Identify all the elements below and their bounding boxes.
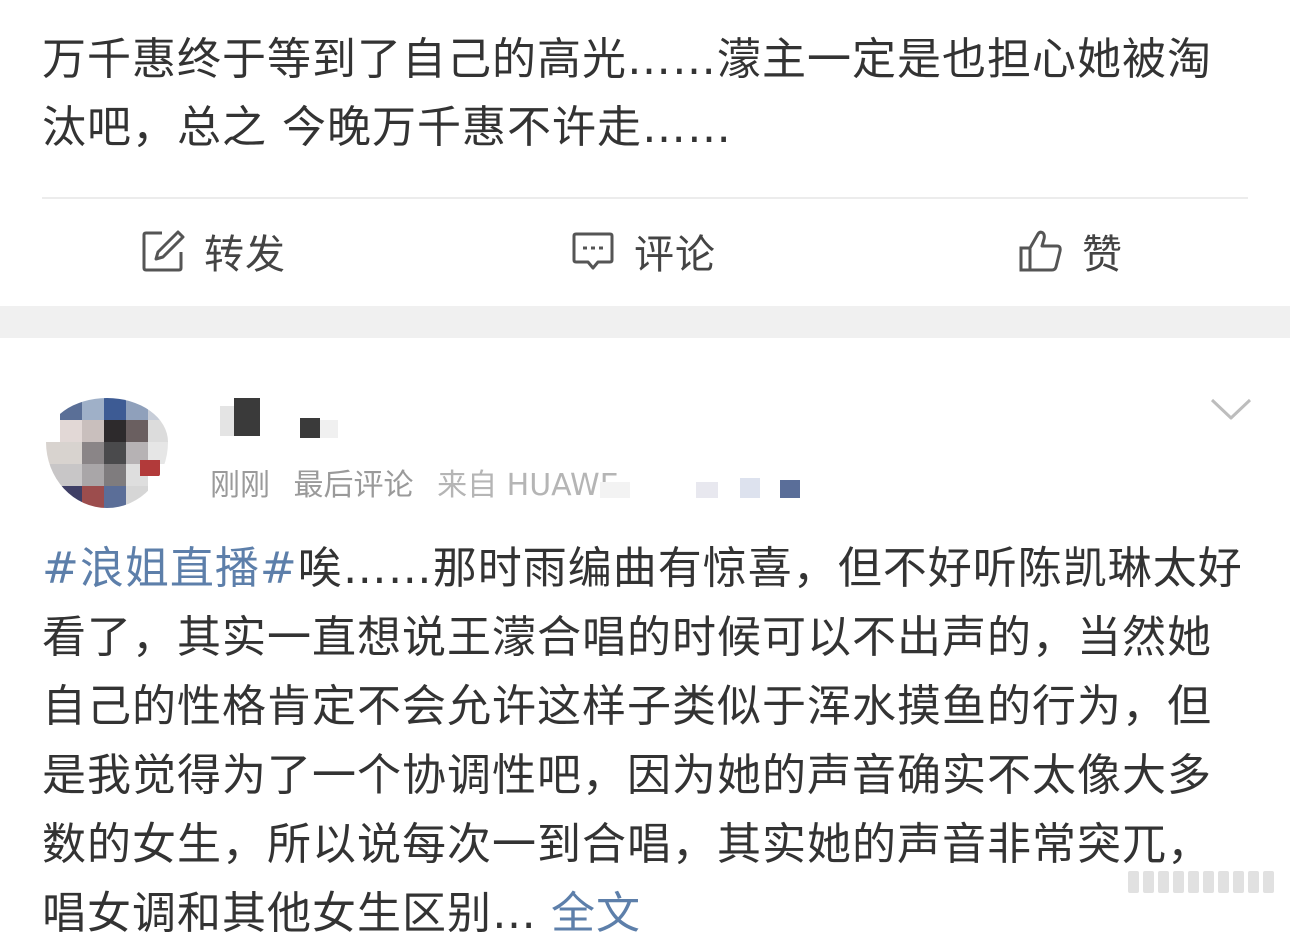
- repost-button[interactable]: 转发: [140, 218, 286, 284]
- feed-item[interactable]: 刚刚 最后评论 来自 HUAWEI #浪姐直播#唉……那时雨编曲有惊喜，但不好听…: [0, 338, 1290, 939]
- last-comment-label: 最后评论: [293, 468, 414, 500]
- username[interactable]: [218, 398, 358, 444]
- read-more-link[interactable]: 全文: [551, 888, 641, 939]
- section-separator: [0, 306, 1290, 338]
- comment-text: 唉……那时雨编曲有惊喜，但不好听陈凯琳太好看了，其实一直想说王濛合唱的时候可以不…: [42, 543, 1243, 939]
- comment-bubble-icon: [570, 228, 616, 274]
- chevron-down-icon[interactable]: [1208, 394, 1254, 424]
- post-meta: 刚刚 最后评论 来自 HUAWEI: [210, 460, 631, 500]
- source-blur: [600, 478, 810, 500]
- post-time: 刚刚: [210, 468, 270, 500]
- divider: [42, 197, 1248, 199]
- hashtag-link[interactable]: #浪姐直播#: [42, 543, 298, 594]
- comment-body: #浪姐直播#唉……那时雨编曲有惊喜，但不好听陈凯琳太好看了，其实一直想说王濛合唱…: [42, 534, 1252, 939]
- comment-button[interactable]: 评论: [570, 218, 716, 284]
- action-bar: 转发 评论 赞: [0, 200, 1290, 304]
- avatar[interactable]: [46, 398, 168, 508]
- repost-label: 转发: [204, 232, 286, 278]
- post-card: 万千惠终于等到了自己的高光……濛主一定是也担心她被淘汰吧，总之 今晚万千惠不许走…: [0, 0, 1290, 306]
- like-label: 赞: [1082, 232, 1123, 278]
- post-text: 万千惠终于等到了自己的高光……濛主一定是也担心她被淘汰吧，总之 今晚万千惠不许走…: [42, 34, 1212, 153]
- watermark: [1128, 862, 1278, 902]
- edit-square-icon: [140, 228, 186, 274]
- like-button[interactable]: 赞: [1018, 218, 1123, 284]
- comment-label: 评论: [634, 232, 716, 278]
- thumbs-up-icon: [1018, 228, 1064, 274]
- post-source: 来自 HUAWEI: [437, 468, 618, 500]
